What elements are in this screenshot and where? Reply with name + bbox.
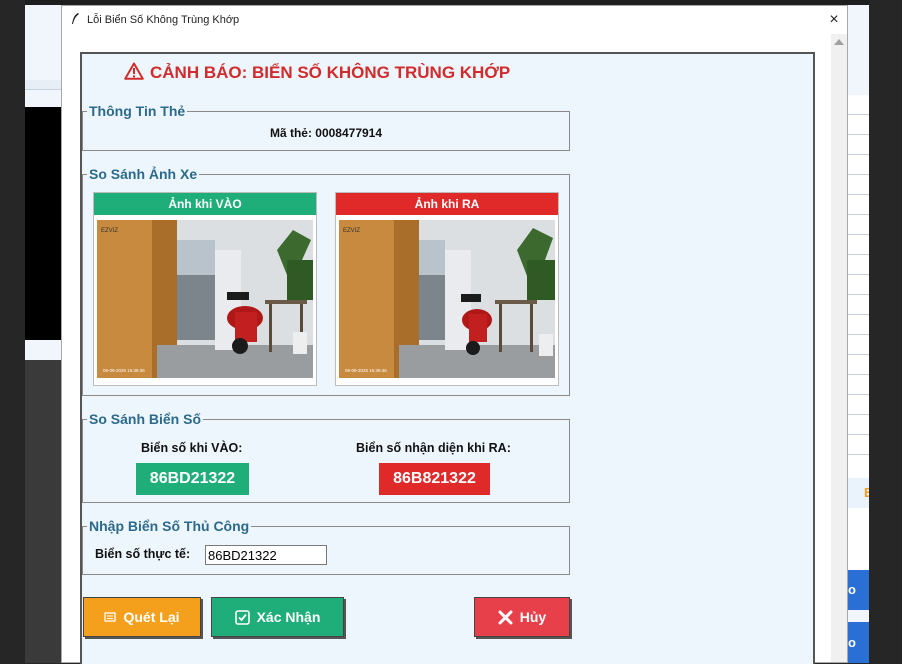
dialog-content: CẢNH BÁO: BIỂN SỐ KHÔNG TRÙNG KHỚP Thông… — [80, 52, 815, 664]
background-button[interactable]: o — [848, 622, 869, 663]
scrollbar[interactable] — [831, 34, 847, 662]
actual-plate-label: Biển số thực tế: — [95, 547, 191, 561]
warning-triangle-icon — [124, 62, 144, 80]
x-icon — [498, 610, 513, 624]
background-video-panel — [25, 107, 63, 340]
exit-watermark: EZVIZ — [343, 228, 360, 234]
rescan-label: Quét Lại — [123, 609, 180, 625]
background-dark-panel — [25, 360, 63, 663]
warning-heading: CẢNH BÁO: BIỂN SỐ KHÔNG TRÙNG KHỚP — [124, 62, 510, 83]
close-button[interactable]: × — [824, 10, 844, 30]
confirm-label: Xác Nhận — [256, 609, 321, 625]
entry-timestamp: 06-09-2025 16:36:36 — [103, 368, 145, 373]
scroll-up-arrow-icon[interactable] — [834, 39, 844, 45]
manual-entry-legend: Nhập Biển Số Thủ Công — [87, 518, 252, 534]
exit-image-header: Ảnh khi RA — [336, 193, 558, 215]
entry-image-header: Ảnh khi VÀO — [94, 193, 316, 215]
cancel-label: Hủy — [519, 609, 547, 625]
background-status-text: E — [848, 478, 869, 508]
entry-image-card: Ảnh khi VÀO EZVIZ 06-09-2025 16:36:36 — [93, 192, 317, 386]
warning-text: CẢNH BÁO: BIỂN SỐ KHÔNG TRÙNG KHỚP — [150, 63, 511, 82]
card-info-legend: Thông Tin Thẻ — [87, 103, 188, 119]
exit-camera-image: EZVIZ 06-09-2025 16:36:46 — [339, 220, 555, 378]
feather-icon — [70, 12, 80, 28]
plate-compare-group: So Sánh Biển Số Biển số khi VÀO: 86BD213… — [82, 411, 570, 503]
exit-timestamp: 06-09-2025 16:36:46 — [345, 368, 387, 373]
entry-camera-image: EZVIZ 06-09-2025 16:36:36 — [97, 220, 313, 378]
manual-entry-group: Nhập Biển Số Thủ Công Biển số thực tế: — [82, 518, 570, 575]
exit-image-card: Ảnh khi RA EZVIZ 06-09-2025 16:36:46 — [335, 192, 559, 386]
card-id-text: Mã thẻ: 0008477914 — [269, 126, 383, 140]
cancel-button[interactable]: Hủy — [474, 597, 570, 637]
background-toolbar — [25, 80, 63, 90]
entry-plate-badge: 86BD21322 — [136, 463, 249, 495]
title-bar: Lỗi Biển Số Không Trùng Khớp × — [62, 6, 847, 34]
actual-plate-input[interactable] — [205, 545, 327, 565]
image-compare-group: So Sánh Ảnh Xe Ảnh khi VÀO EZVIZ 06-09-2… — [82, 166, 570, 396]
exit-plate-badge: 86B821322 — [379, 463, 490, 495]
image-compare-legend: So Sánh Ảnh Xe — [87, 166, 200, 182]
entry-plate-label: Biển số khi VÀO: — [141, 441, 243, 455]
plate-compare-legend: So Sánh Biển Số — [87, 411, 204, 427]
scan-icon — [104, 612, 117, 622]
checkbox-icon — [234, 609, 250, 625]
entry-watermark: EZVIZ — [101, 228, 118, 234]
window-title: Lỗi Biển Số Không Trùng Khớp — [87, 14, 240, 26]
rescan-button[interactable]: Quét Lại — [83, 597, 201, 637]
confirm-button[interactable]: Xác Nhận — [211, 597, 344, 637]
card-info-group: Thông Tin Thẻ Mã thẻ: 0008477914 — [82, 103, 570, 151]
exit-plate-label: Biển số nhận diện khi RA: — [356, 441, 511, 455]
background-button[interactable]: o — [848, 570, 869, 610]
plate-mismatch-dialog: Lỗi Biển Số Không Trùng Khớp × CẢNH BÁO:… — [61, 5, 848, 664]
